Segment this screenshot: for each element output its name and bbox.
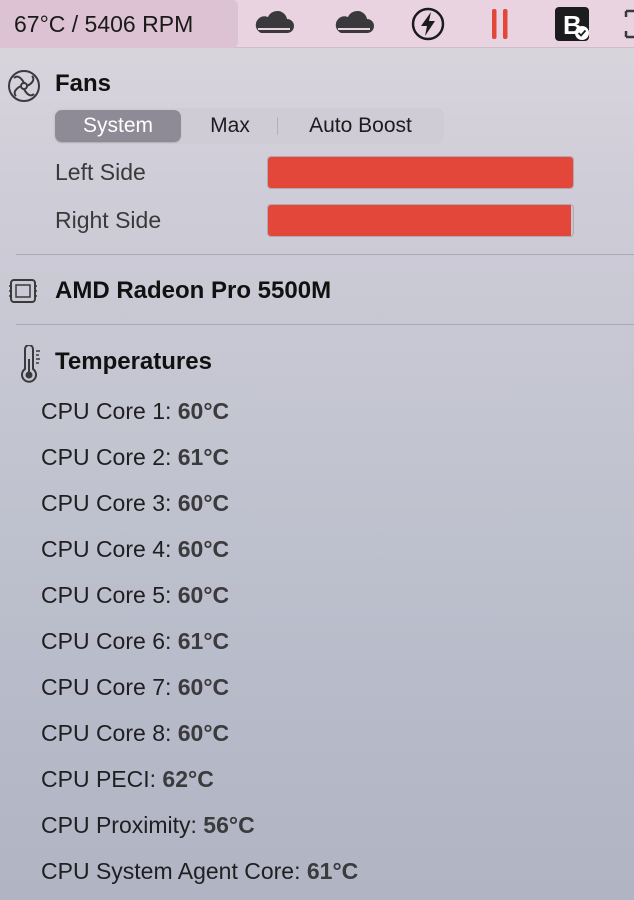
sensor-value: 60°C [177,674,230,700]
sensor-label: CPU Proximity: [41,812,197,838]
list-item: CPU Core 2: 61°C [41,444,229,471]
fans-title: Fans [55,70,112,97]
left-side-fan-bar [267,156,574,189]
sensor-value: 60°C [177,398,230,424]
divider [16,254,634,255]
left-side-fan-fill [268,157,573,188]
sensor-value: 60°C [177,490,230,516]
list-item: CPU Core 6: 61°C [41,628,229,655]
thermometer-icon [17,344,43,383]
divider [16,324,634,325]
list-item: CPU System Agent Core: 61°C [41,858,358,885]
list-item: CPU Core 3: 60°C [41,490,229,517]
cloud-icon[interactable] [332,7,376,41]
list-item: CPU Core 4: 60°C [41,536,229,563]
b-app-icon[interactable]: B [550,7,594,41]
temp-rpm-readout[interactable]: 67°C / 5406 RPM [0,0,238,48]
temperatures-title: Temperatures [55,348,212,375]
left-side-label: Left Side [55,159,146,185]
list-item: CPU Core 7: 60°C [41,674,229,701]
sensor-label: CPU Core 3: [41,490,172,516]
sensor-label: CPU Core 8: [41,720,172,746]
sensor-label: CPU Core 7: [41,674,172,700]
fan-icon [7,69,41,103]
sensor-label: CPU PECI: [41,766,157,792]
sensor-value: 60°C [177,582,230,608]
cloud-icon[interactable] [252,7,296,41]
mode-max-button[interactable]: Max [185,110,275,142]
sensor-label: CPU Core 2: [41,444,172,470]
gpu-chip-icon [8,276,38,306]
list-item: CPU Core 1: 60°C [41,398,229,425]
right-side-label: Right Side [55,207,162,233]
list-item: CPU Core 5: 60°C [41,582,229,609]
sensor-value: 61°C [306,858,359,884]
sensor-value: 60°C [177,536,230,562]
sensor-label: CPU Core 1: [41,398,172,424]
menu-bar: 67°C / 5406 RPM B [0,0,634,48]
sensor-label: CPU Core 5: [41,582,172,608]
gpu-title: AMD Radeon Pro 5500M [55,277,332,304]
right-side-fan-bar [267,204,574,237]
sensor-label: CPU Core 4: [41,536,172,562]
sensor-value: 60°C [177,720,230,746]
sensor-label: CPU Core 6: [41,628,172,654]
sensor-value: 62°C [162,766,214,792]
sensor-label: CPU System Agent Core: [41,858,301,884]
sensor-value: 61°C [177,444,230,470]
mode-auto-boost-button[interactable]: Auto Boost [279,110,442,142]
list-item: CPU Proximity: 56°C [41,812,255,839]
right-side-fan-fill [268,205,572,236]
list-item: CPU Core 8: 60°C [41,720,229,747]
screenshot-icon[interactable] [618,7,634,41]
sensor-value: 56°C [203,812,255,838]
lightning-icon[interactable] [406,7,450,41]
mode-system-button[interactable]: System [55,110,181,142]
sensor-value: 61°C [177,628,230,654]
segment-divider [277,117,278,135]
list-item: CPU PECI: 62°C [41,766,214,793]
fan-mode-control: System Max Auto Boost [53,108,444,144]
pause-icon[interactable] [478,7,522,41]
